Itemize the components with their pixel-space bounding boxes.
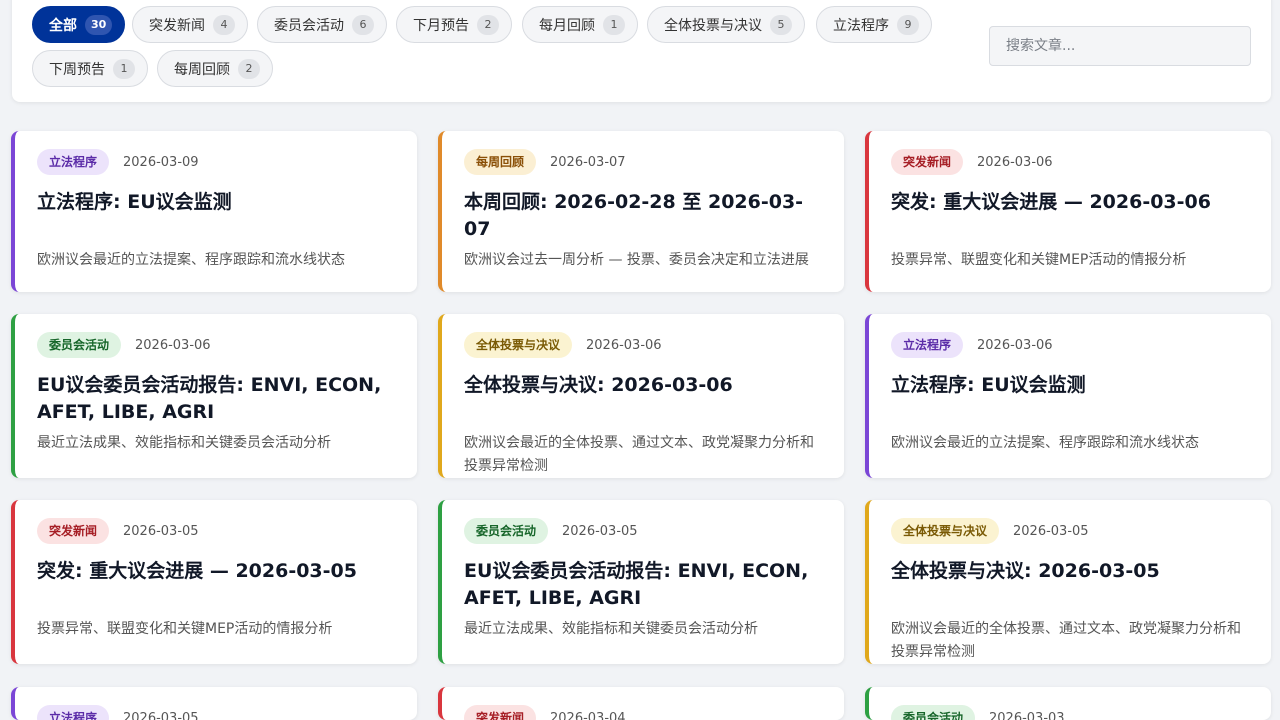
- article-card[interactable]: 全体投票与决议 2026-03-05 全体投票与决议: 2026-03-05 欧…: [865, 500, 1271, 664]
- filter-chip-label: 全部: [49, 17, 77, 34]
- article-meta: 立法程序 2026-03-09: [37, 149, 395, 175]
- filter-chip-all[interactable]: 全部 30: [32, 6, 126, 43]
- article-card[interactable]: 立法程序 2026-03-09 立法程序: EU议会监测 欧洲议会最近的立法提案…: [11, 131, 417, 292]
- filter-chip-count: 5: [770, 14, 792, 35]
- filter-chip-label: 下月预告: [413, 17, 469, 34]
- article-title[interactable]: EU议会委员会活动报告: ENVI, ECON, AFET, LIBE, AGR…: [464, 558, 822, 612]
- article-summary: 最近立法成果、效能指标和关键委员会活动分析: [464, 621, 758, 637]
- filter-chip-count: 9: [897, 14, 919, 35]
- category-badge: 委员会活动: [464, 518, 549, 544]
- article-title[interactable]: EU议会委员会活动报告: ENVI, ECON, AFET, LIBE, AGR…: [37, 372, 395, 426]
- article-summary: 欧洲议会过去一周分析 — 投票、委员会决定和立法进展: [464, 252, 809, 268]
- article-title[interactable]: 突发: 重大议会进展 — 2026-03-06: [891, 189, 1249, 243]
- filter-chip-label: 全体投票与决议: [664, 17, 762, 34]
- category-badge: 突发新闻: [37, 518, 110, 544]
- article-title[interactable]: 立法程序: EU议会监测: [891, 372, 1249, 426]
- filter-chip-count: 30: [85, 14, 113, 35]
- article-meta: 立法程序 2026-03-05: [37, 705, 395, 720]
- category-badge: 全体投票与决议: [464, 332, 573, 358]
- filter-chip-count: 4: [213, 14, 235, 35]
- article-title[interactable]: 全体投票与决议: 2026-03-06: [464, 372, 822, 426]
- article-meta: 全体投票与决议 2026-03-06: [464, 332, 822, 358]
- article-date: 2026-03-05: [123, 523, 199, 539]
- category-badge: 立法程序: [37, 149, 110, 175]
- article-meta: 全体投票与决议 2026-03-05: [891, 518, 1249, 544]
- article-summary: 欧洲议会最近的立法提案、程序跟踪和流水线状态: [891, 435, 1199, 451]
- article-summary: 投票异常、联盟变化和关键MEP活动的情报分析: [891, 252, 1187, 268]
- article-card[interactable]: 全体投票与决议 2026-03-06 全体投票与决议: 2026-03-06 欧…: [438, 314, 844, 478]
- filter-chip-weekly-review[interactable]: 每周回顾 2: [157, 50, 273, 87]
- article-card[interactable]: 突发新闻 2026-03-06 突发: 重大议会进展 — 2026-03-06 …: [865, 131, 1271, 292]
- article-date: 2026-03-04: [550, 710, 626, 720]
- article-card[interactable]: 每周回顾 2026-03-07 本周回顾: 2026-02-28 至 2026-…: [438, 131, 844, 292]
- article-title[interactable]: 全体投票与决议: 2026-03-05: [891, 558, 1249, 612]
- article-meta: 突发新闻 2026-03-06: [891, 149, 1249, 175]
- filter-chip-breaking-news[interactable]: 突发新闻 4: [132, 6, 248, 43]
- filter-chip-count: 2: [477, 14, 499, 35]
- article-meta: 立法程序 2026-03-06: [891, 332, 1249, 358]
- article-meta: 委员会活动 2026-03-06: [37, 332, 395, 358]
- filter-chip-committee-activity[interactable]: 委员会活动 6: [257, 6, 387, 43]
- category-badge: 突发新闻: [464, 705, 537, 720]
- filter-chip-legislative[interactable]: 立法程序 9: [816, 6, 932, 43]
- filter-chip-label: 委员会活动: [274, 17, 344, 34]
- article-date: 2026-03-06: [977, 154, 1053, 170]
- article-date: 2026-03-05: [562, 523, 638, 539]
- article-summary: 投票异常、联盟变化和关键MEP活动的情报分析: [37, 621, 333, 637]
- article-title[interactable]: 突发: 重大议会进展 — 2026-03-05: [37, 558, 395, 612]
- article-title[interactable]: 立法程序: EU议会监测: [37, 189, 395, 243]
- filter-chip-monthly-review[interactable]: 每月回顾 1: [522, 6, 638, 43]
- filter-chip-count: 6: [352, 14, 374, 35]
- category-badge: 委员会活动: [37, 332, 122, 358]
- article-meta: 委员会活动 2026-03-03: [891, 705, 1249, 720]
- article-summary: 欧洲议会最近的立法提案、程序跟踪和流水线状态: [37, 252, 345, 268]
- article-date: 2026-03-09: [123, 154, 199, 170]
- article-card[interactable]: 委员会活动 2026-03-05 EU议会委员会活动报告: ENVI, ECON…: [438, 500, 844, 664]
- article-card[interactable]: 突发新闻 2026-03-04: [438, 687, 844, 720]
- category-badge: 每周回顾: [464, 149, 537, 175]
- category-badge: 立法程序: [891, 332, 964, 358]
- article-date: 2026-03-07: [550, 154, 626, 170]
- filter-chip-label: 立法程序: [833, 17, 889, 34]
- article-summary: 欧洲议会最近的全体投票、通过文本、政党凝聚力分析和投票异常检测: [464, 435, 814, 474]
- article-card[interactable]: 突发新闻 2026-03-05 突发: 重大议会进展 — 2026-03-05 …: [11, 500, 417, 664]
- filter-chip-plenary-votes[interactable]: 全体投票与决议 5: [647, 6, 805, 43]
- article-meta: 突发新闻 2026-03-04: [464, 705, 822, 720]
- article-date: 2026-03-06: [977, 337, 1053, 353]
- article-meta: 委员会活动 2026-03-05: [464, 518, 822, 544]
- article-card[interactable]: 委员会活动 2026-03-06 EU议会委员会活动报告: ENVI, ECON…: [11, 314, 417, 478]
- filter-chip-label: 突发新闻: [149, 17, 205, 34]
- category-badge: 委员会活动: [891, 705, 976, 720]
- article-summary: 最近立法成果、效能指标和关键委员会活动分析: [37, 435, 331, 451]
- article-meta: 每周回顾 2026-03-07: [464, 149, 822, 175]
- article-card[interactable]: 委员会活动 2026-03-03: [865, 687, 1271, 720]
- filter-chip-label: 每月回顾: [539, 17, 595, 34]
- article-date: 2026-03-05: [123, 710, 199, 720]
- article-meta: 突发新闻 2026-03-05: [37, 518, 395, 544]
- filter-panel: 全部 30 突发新闻 4 委员会活动 6 下月预告 2 每月回顾 1 全体投票与…: [12, 0, 1271, 102]
- filter-chip-label: 下周预告: [49, 61, 105, 78]
- article-card[interactable]: 立法程序 2026-03-06 立法程序: EU议会监测 欧洲议会最近的立法提案…: [865, 314, 1271, 478]
- filter-chip-count: 1: [113, 58, 135, 79]
- category-badge: 立法程序: [37, 705, 110, 720]
- filter-chip-count: 2: [238, 58, 260, 79]
- article-date: 2026-03-06: [135, 337, 211, 353]
- article-card[interactable]: 立法程序 2026-03-05: [11, 687, 417, 720]
- article-summary: 欧洲议会最近的全体投票、通过文本、政党凝聚力分析和投票异常检测: [891, 621, 1241, 660]
- article-date: 2026-03-05: [1013, 523, 1089, 539]
- category-badge: 全体投票与决议: [891, 518, 1000, 544]
- search-input[interactable]: [989, 26, 1251, 66]
- article-date: 2026-03-03: [989, 710, 1065, 720]
- filter-chip-next-week[interactable]: 下周预告 1: [32, 50, 148, 87]
- category-badge: 突发新闻: [891, 149, 964, 175]
- article-date: 2026-03-06: [586, 337, 662, 353]
- article-title[interactable]: 本周回顾: 2026-02-28 至 2026-03-07: [464, 189, 822, 243]
- filter-chip-count: 1: [603, 14, 625, 35]
- filter-chip-label: 每周回顾: [174, 61, 230, 78]
- filter-chip-next-month[interactable]: 下月预告 2: [396, 6, 512, 43]
